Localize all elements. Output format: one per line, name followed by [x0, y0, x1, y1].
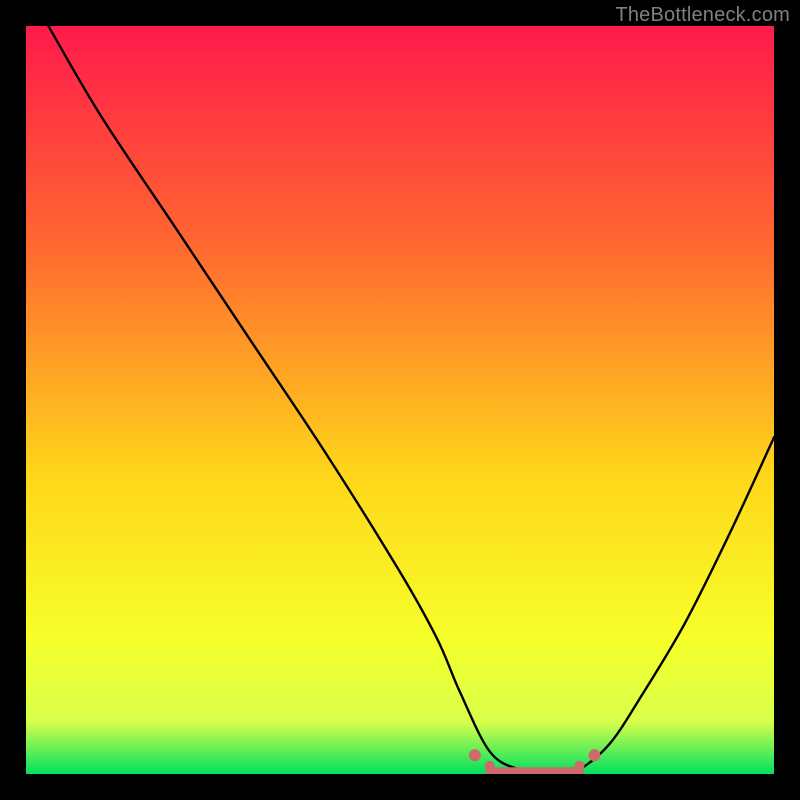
chart-frame: [26, 26, 774, 774]
marker-dot: [469, 749, 481, 761]
marker-dot: [485, 761, 495, 771]
chart-svg: [26, 26, 774, 774]
chart-plot-area: [26, 26, 774, 774]
marker-dot: [588, 749, 600, 761]
marker-dot: [575, 761, 585, 771]
watermark-text: TheBottleneck.com: [615, 4, 790, 27]
